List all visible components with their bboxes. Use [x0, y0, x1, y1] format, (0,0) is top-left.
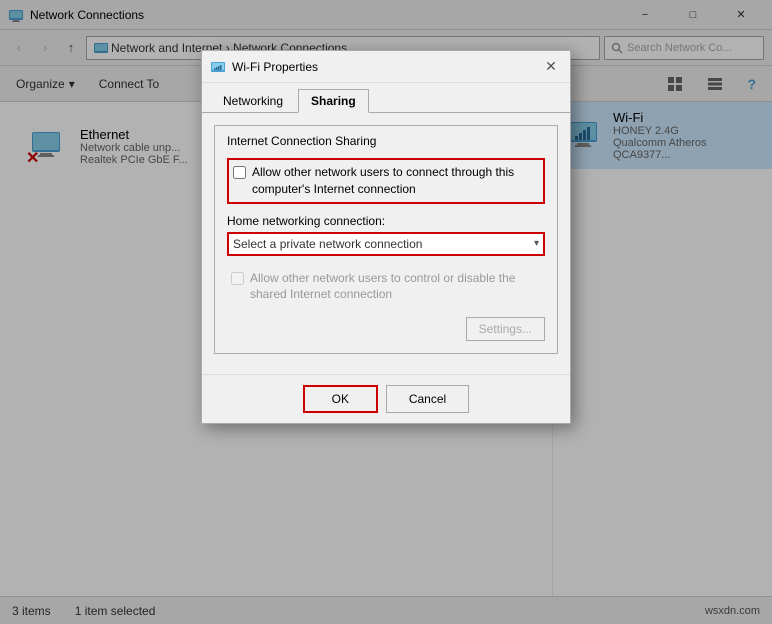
home-net-section: Home networking connection: Select a pri…: [227, 214, 545, 256]
ok-button[interactable]: OK: [303, 385, 378, 413]
dialog-tabs: Networking Sharing: [202, 83, 570, 113]
modal-overlay: Wi-Fi Properties ✕ Networking Sharing In…: [0, 0, 772, 624]
allow-checkbox-row[interactable]: Allow other network users to connect thr…: [227, 158, 545, 204]
dialog-close-button[interactable]: ✕: [540, 56, 562, 78]
internet-connection-sharing-group: Internet Connection Sharing Allow other …: [214, 125, 558, 354]
network-connection-dropdown[interactable]: Select a private network connection ▾: [227, 232, 545, 256]
cancel-button[interactable]: Cancel: [386, 385, 469, 413]
settings-row: Settings...: [227, 317, 545, 341]
wifi-properties-dialog: Wi-Fi Properties ✕ Networking Sharing In…: [201, 50, 571, 424]
dialog-title: Wi-Fi Properties: [232, 60, 540, 74]
disabled-checkbox-row: Allow other network users to control or …: [227, 266, 545, 308]
allow-checkbox[interactable]: [233, 166, 246, 179]
dialog-footer: OK Cancel: [202, 374, 570, 423]
dialog-titlebar: Wi-Fi Properties ✕: [202, 51, 570, 83]
dropdown-text: Select a private network connection: [233, 237, 422, 251]
allow-checkbox-label: Allow other network users to connect thr…: [252, 164, 539, 198]
group-title: Internet Connection Sharing: [227, 134, 545, 148]
dialog-content: Internet Connection Sharing Allow other …: [202, 113, 570, 374]
settings-button[interactable]: Settings...: [466, 317, 545, 341]
disabled-checkbox[interactable]: [231, 272, 244, 285]
tab-networking[interactable]: Networking: [210, 89, 296, 112]
dialog-icon: [210, 59, 226, 75]
disabled-checkbox-label: Allow other network users to control or …: [250, 270, 541, 304]
home-net-label: Home networking connection:: [227, 214, 545, 228]
tab-sharing[interactable]: Sharing: [298, 89, 369, 113]
dropdown-arrow-icon: ▾: [534, 238, 539, 249]
